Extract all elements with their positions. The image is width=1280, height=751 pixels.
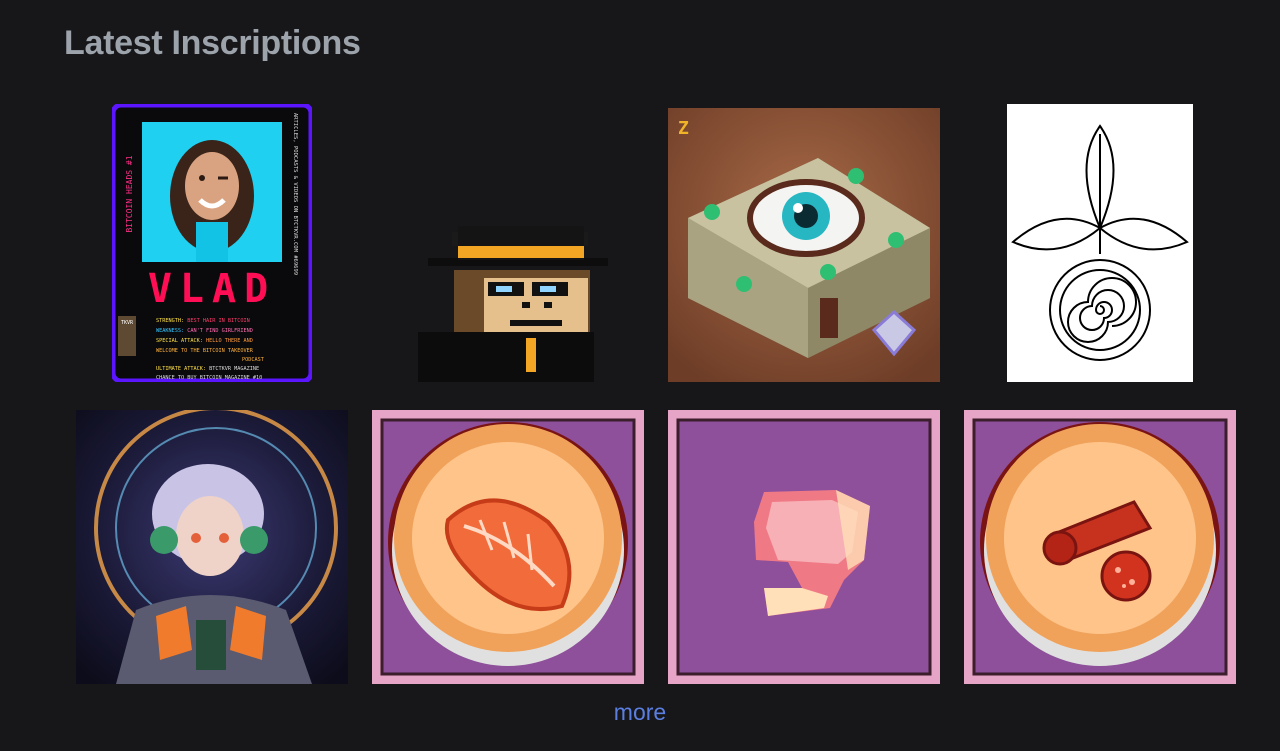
card-side-right-text: ARTICLES, PODCASTS & VIDEOS ON BTCTKVR.C… [292,113,298,275]
svg-text:PODCAST: PODCAST [242,357,264,363]
inscription-eye-book[interactable]: Z [668,108,940,382]
raw-meat-image [668,410,940,684]
leaf-spiral-drawing [1007,104,1193,382]
svg-text:STRENGTH: BEST HAIR IN BITCOIN: STRENGTH: BEST HAIR IN BITCOIN [156,318,250,324]
brand-logo-icon: Z [678,118,689,139]
svg-text:WEAKNESS: CAN'T FIND GIRLFRIEN: WEAKNESS: CAN'T FIND GIRLFRIEND [156,328,253,334]
page-title: Latest Inscriptions [64,24,361,62]
inscription-raw-meat[interactable] [668,410,940,684]
inscription-sausage-plate[interactable] [964,410,1236,684]
svg-text:ULTIMATE ATTACK: BTCTKVR MAGAZ: ULTIMATE ATTACK: BTCTKVR MAGAZINE [156,366,259,372]
card-name-text: VLAD [148,266,276,312]
inscription-bitcoin-heads-card[interactable]: BITCOIN HEADS #1 ARTICLES, PODCASTS & VI… [76,104,348,382]
svg-text:CHANCE TO BUY BITCOIN MAGAZINE: CHANCE TO BUY BITCOIN MAGAZINE #10 [156,375,262,381]
inscription-anime-pilot[interactable] [76,410,348,684]
salmon-plate-image [372,410,644,684]
inscription-leaf-spiral[interactable] [964,104,1236,382]
sausage-plate-image [964,410,1236,684]
trading-card-image: BITCOIN HEADS #1 ARTICLES, PODCASTS & VI… [112,104,312,382]
pixel-ape-image [372,108,644,382]
more-link[interactable]: more [0,699,1280,726]
anime-pilot-image [76,410,348,684]
svg-text:SPECIAL ATTACK: HELLO THERE AN: SPECIAL ATTACK: HELLO THERE AND [156,338,253,344]
svg-text:WELCOME TO THE BITCOIN TAKEOVE: WELCOME TO THE BITCOIN TAKEOVER [156,348,254,354]
card-side-left-text: BITCOIN HEADS #1 [125,155,134,232]
inscription-salmon-plate[interactable] [372,410,644,684]
inscription-pixel-ape[interactable] [372,108,644,382]
card-magazine-text: TKVR [121,320,134,326]
eye-book-image: Z [668,108,940,382]
